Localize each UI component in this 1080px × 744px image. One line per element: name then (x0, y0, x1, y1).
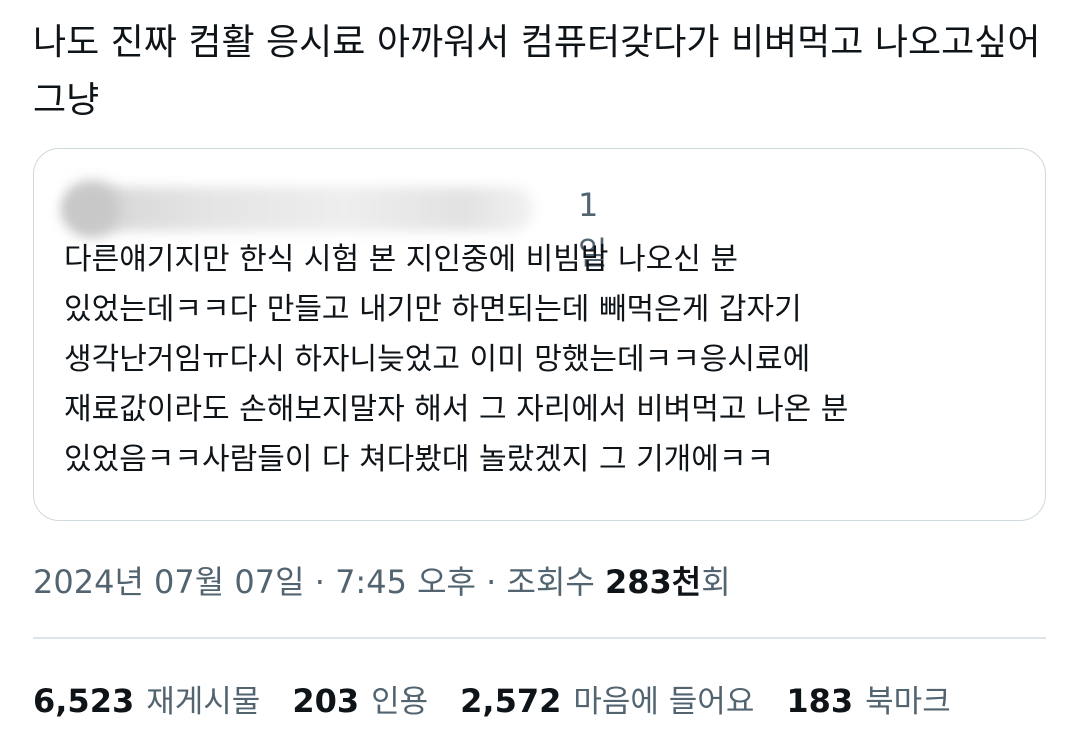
reposts-stat[interactable]: 6,523 재게시물 (33, 676, 260, 721)
reposts-label: 재게시물 (146, 683, 261, 720)
tweet-text: 나도 진짜 컴활 응시료 아까워서 컴퓨터갖다가 비벼먹고 나오고싶어그냥 (33, 22, 1041, 121)
redacted-author-name (64, 187, 534, 231)
quoted-tweet-text: 다른얘기지만 한식 시험 본 지인중에 비빔밥 나오신 분 있었는데ㅋㅋ다 만들… (64, 235, 1014, 485)
reposts-count: 6,523 (33, 681, 135, 720)
views-suffix: 회 (701, 563, 731, 601)
quoted-tweet-line: 재료값이라도 손해보지말자 해서 그 자리에서 비벼먹고 나온 분 (64, 392, 849, 427)
likes-label: 마음에 들어요 (573, 683, 755, 720)
engagement-stats: 6,523 재게시물 203 인용 2,572 마음에 들어요 183 북마크 (33, 672, 983, 724)
quoted-tweet-line: 다른얘기지만 한식 시험 본 지인중에 비빔밥 나오신 분 (64, 242, 738, 277)
quoted-tweet-header: 1일 (64, 177, 624, 272)
redacted-avatar (64, 181, 120, 237)
bookmarks-stat[interactable]: 183 북마크 (786, 676, 950, 721)
quotes-count: 203 (292, 681, 360, 720)
bookmarks-label: 북마크 (865, 683, 951, 720)
tweet-meta: 2024년 07월 07일 · 7:45 오후 · 조회수 283천회 (33, 556, 731, 608)
meta-separator: · (475, 563, 507, 601)
quoted-tweet-line: 있었는데ㅋㅋ다 만들고 내기만 하면되는데 빼먹은게 갑자기 (64, 292, 802, 327)
quotes-label: 인용 (371, 683, 429, 720)
tweet-date[interactable]: 2024년 07월 07일 (33, 563, 305, 601)
divider (33, 637, 1046, 639)
bookmarks-count: 183 (786, 681, 854, 720)
likes-count: 2,572 (460, 681, 562, 720)
quoted-tweet-card[interactable]: 1일 다른얘기지만 한식 시험 본 지인중에 비빔밥 나오신 분 있었는데ㅋㅋ다… (33, 148, 1046, 521)
views-label: 조회수 (506, 563, 605, 601)
meta-separator: · (304, 563, 336, 601)
quoted-tweet-line: 생각난거임ㅠ다시 하자니늦었고 이미 망했는데ㅋㅋ응시료에 (64, 342, 811, 377)
views-count: 283천 (605, 563, 702, 601)
tweet-time[interactable]: 7:45 오후 (335, 563, 476, 601)
likes-stat[interactable]: 2,572 마음에 들어요 (460, 676, 754, 721)
quotes-stat[interactable]: 203 인용 (292, 676, 428, 721)
quoted-tweet-line: 있었음ㅋㅋ사람들이 다 쳐다봤대 놀랐겠지 그 기개에ㅋㅋ (64, 442, 775, 477)
